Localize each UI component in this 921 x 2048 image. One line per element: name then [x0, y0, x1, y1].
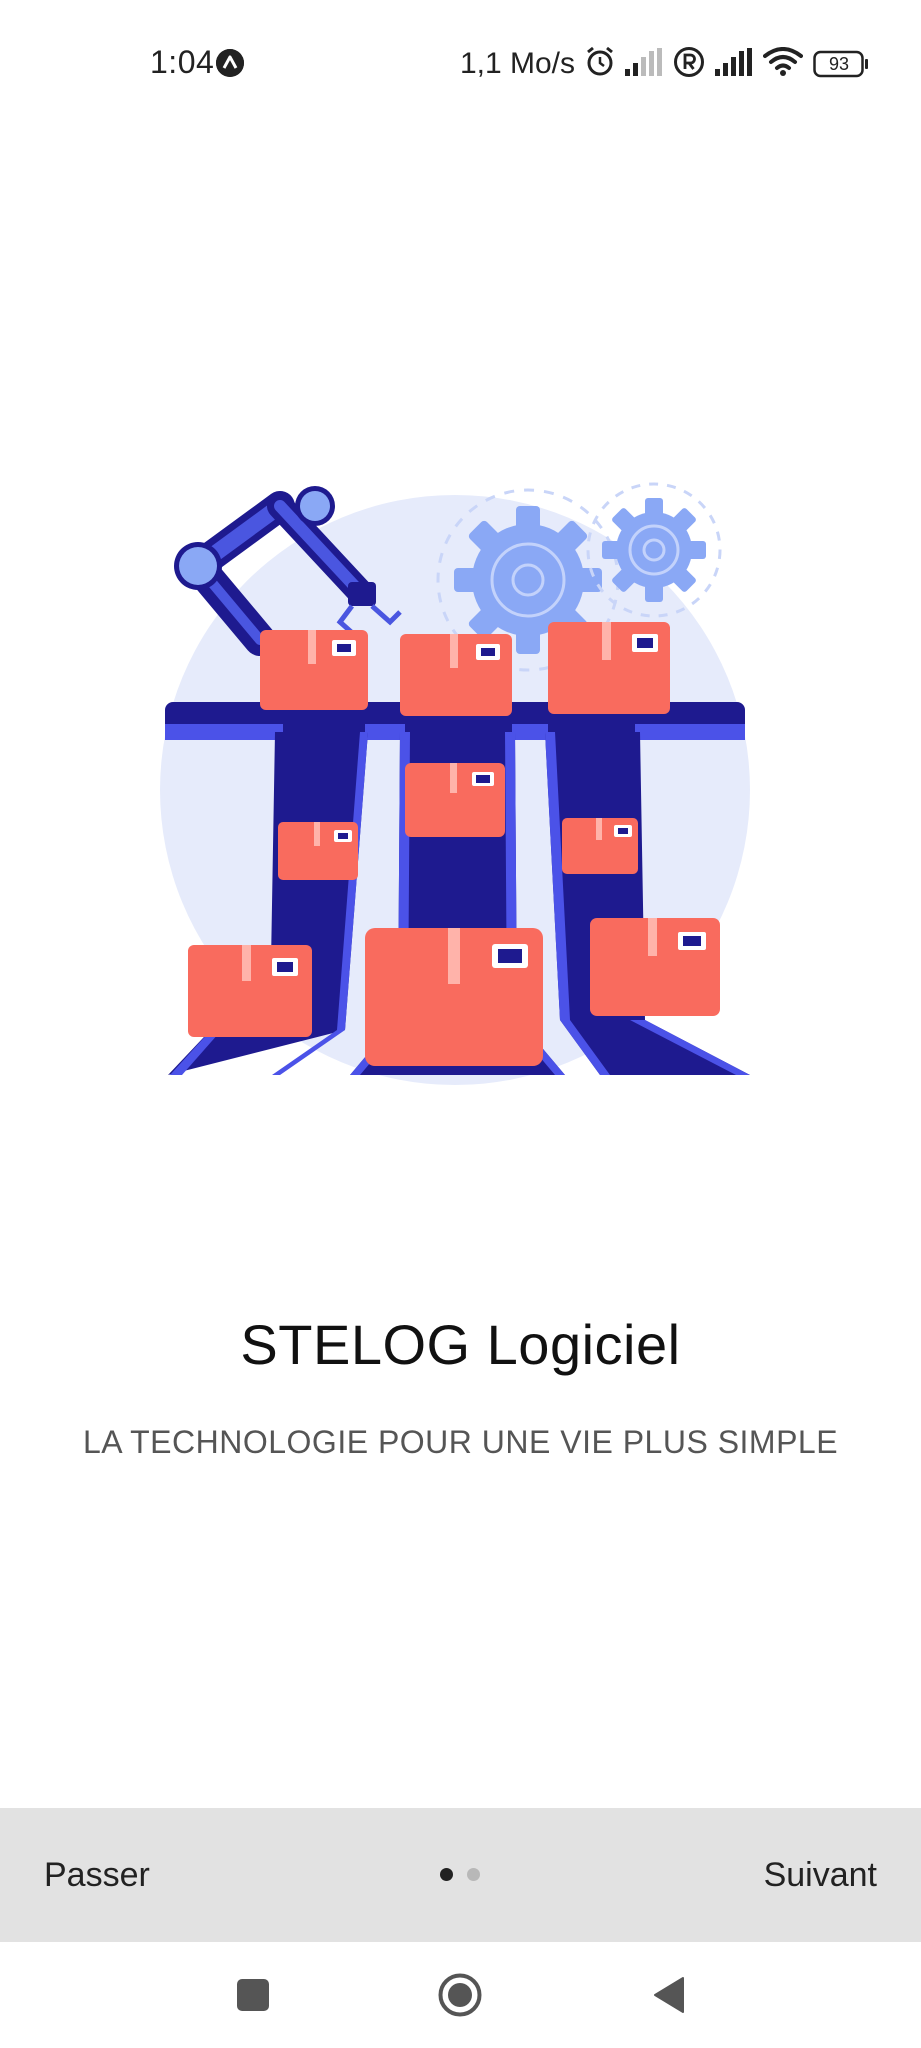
- box-top-right: [548, 622, 670, 714]
- status-right-group: 1,1 Mo/s 93: [460, 44, 869, 84]
- box-top-left: [260, 630, 368, 710]
- page-dot: [467, 1868, 480, 1881]
- battery-level: 93: [828, 54, 850, 74]
- network-speed: 1,1 Mo/s: [459, 47, 575, 80]
- back-button[interactable]: [636, 1962, 702, 2028]
- system-navigation-bar: [0, 1942, 921, 2048]
- alarm-icon: [585, 46, 615, 83]
- wifi-icon: [763, 46, 803, 82]
- box-top-center: [400, 634, 512, 716]
- warehouse-conveyor-illustration: [160, 470, 760, 1090]
- signal-icon: [715, 47, 753, 81]
- onboarding-footer: Passer Suivant: [0, 1808, 921, 1942]
- box-bottom-center: [365, 928, 543, 1066]
- status-bar: 1:04 1,1 Mo/s 93: [0, 0, 921, 130]
- recent-apps-icon: [237, 1979, 269, 2011]
- status-time: 1:04: [150, 44, 215, 80]
- battery-icon: 93: [813, 50, 869, 78]
- next-button[interactable]: Suivant: [764, 1808, 877, 1942]
- roaming-r-icon: [673, 46, 705, 83]
- notification-a-icon: [216, 49, 244, 77]
- back-icon: [654, 1977, 684, 2013]
- home-button[interactable]: [427, 1962, 493, 2028]
- onboarding-title: STELOG Logiciel: [240, 1313, 681, 1376]
- skip-button[interactable]: Passer: [44, 1808, 150, 1942]
- page-indicator: [440, 1868, 480, 1881]
- home-icon: [438, 1973, 482, 2017]
- box-mid-center: [405, 763, 505, 837]
- page-dot-active: [440, 1868, 453, 1881]
- box-mid-right: [562, 818, 638, 874]
- onboarding-subtitle: LA TECHNOLOGIE POUR UNE VIE PLUS SIMPLE: [82, 1424, 839, 1460]
- box-bottom-left: [188, 945, 312, 1037]
- box-mid-left: [278, 822, 358, 880]
- recent-apps-button[interactable]: [220, 1962, 286, 2028]
- box-bottom-right: [590, 918, 720, 1016]
- signal-icon: [625, 47, 663, 81]
